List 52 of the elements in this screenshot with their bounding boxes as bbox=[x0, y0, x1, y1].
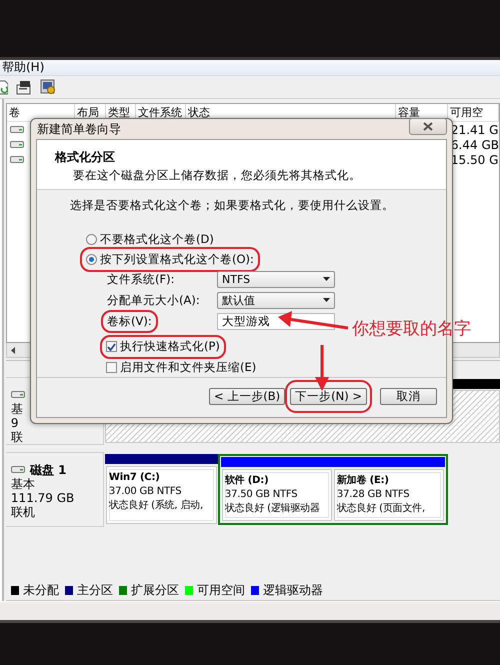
disk-info: 基本 bbox=[10, 477, 36, 491]
legend-label: 主分区 bbox=[76, 582, 113, 598]
drive-icon bbox=[10, 126, 24, 133]
check-icon bbox=[107, 342, 116, 350]
close-icon bbox=[423, 122, 433, 130]
partition-status: 状态良好 (逻辑驱动器 bbox=[224, 502, 321, 516]
checkbox[interactable]: 执行快速格式化(P) bbox=[100, 334, 226, 358]
disk-info: 111.79 GB bbox=[10, 491, 76, 505]
legend-label: 未分配 bbox=[22, 582, 59, 598]
partition-status: 状态良好 (页面文件, bbox=[336, 502, 426, 516]
legend-label: 扩展分区 bbox=[130, 582, 179, 598]
field-label: 卷标(V): bbox=[101, 310, 158, 332]
caret-icon bbox=[323, 298, 330, 302]
partition-name: Win7 (C:) bbox=[108, 471, 161, 485]
dropdown[interactable]: 默认值 bbox=[217, 292, 335, 308]
partition-size: 37.00 GB NTFS bbox=[108, 485, 182, 499]
page-subtitle: 要在这个磁盘分区上储存数据，您必须先将其格式化。 bbox=[73, 168, 362, 183]
dialog-button[interactable]: < 上一步(B) bbox=[208, 388, 286, 405]
dialog-title: 新建简单卷向导 bbox=[36, 120, 121, 138]
legend-label: 逻辑驱动器 bbox=[262, 582, 323, 598]
field-label: 文件系统(F): bbox=[106, 270, 176, 288]
caret-icon bbox=[323, 277, 330, 281]
disk-info: 基 bbox=[10, 402, 24, 416]
scroll-left-icon[interactable] bbox=[10, 346, 15, 354]
disk-info: 联机 bbox=[10, 505, 36, 519]
disk-info: 9 bbox=[10, 416, 20, 430]
partition-size: 37.28 GB NTFS bbox=[336, 488, 410, 502]
annotation-text: 你想要取的名字 bbox=[352, 318, 471, 340]
dialog-button[interactable]: 取消 bbox=[380, 388, 437, 405]
partition-name: 软件 (D:) bbox=[224, 474, 270, 488]
disk-name: 磁盘 1 bbox=[30, 462, 66, 476]
drive-icon bbox=[10, 141, 24, 148]
partition-name: 新加卷 (E:) bbox=[336, 474, 390, 488]
page-icon[interactable] bbox=[0, 80, 8, 94]
disk-settings-icon[interactable] bbox=[40, 79, 56, 95]
page-heading: 格式化分区 bbox=[55, 149, 116, 166]
dropdown[interactable]: NTFS bbox=[217, 270, 335, 288]
table-cell-text: 15.50 G bbox=[450, 152, 499, 166]
arrow bbox=[278, 311, 348, 330]
checkbox[interactable]: 启用文件和文件夹压缩(E) bbox=[100, 356, 262, 380]
partition-size: 37.50 GB NTFS bbox=[224, 488, 298, 502]
disk-info: 联 bbox=[10, 430, 24, 444]
partition-status: 状态良好 (系统, 启动, bbox=[108, 499, 204, 513]
properties-icon[interactable] bbox=[16, 80, 32, 94]
legend-label: 可用空间 bbox=[196, 582, 245, 598]
drive-icon bbox=[10, 156, 24, 163]
table-cell-text: 21.41 G bbox=[450, 122, 499, 136]
dialog-button[interactable]: 下一步(N) > bbox=[290, 388, 367, 405]
menu-item[interactable]: 帮助(H) bbox=[2, 59, 44, 76]
instruction-text: 选择是否要格式化这个卷；如果要格式化，要使用什么设置。 bbox=[70, 198, 395, 213]
close-button[interactable] bbox=[409, 118, 447, 134]
field-label: 分配单元大小(A): bbox=[106, 292, 201, 308]
